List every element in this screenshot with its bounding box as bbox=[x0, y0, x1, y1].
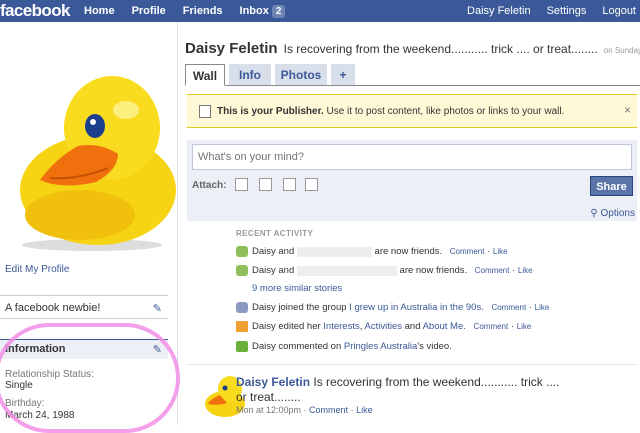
activity-item: Daisy and are now friends. Comment · Lik… bbox=[236, 246, 508, 259]
publisher-tip: This is your Publisher. Use it to post c… bbox=[187, 94, 637, 128]
information-header: Information ✎ bbox=[0, 339, 168, 359]
nav-inbox-label: Inbox bbox=[239, 4, 269, 17]
edit-profile-link[interactable]: Edit My Profile bbox=[5, 264, 69, 275]
pringles-link[interactable]: Pringles Australia bbox=[344, 341, 417, 352]
activity-text: Daisy joined the group bbox=[252, 302, 350, 314]
photo-icon[interactable] bbox=[235, 178, 248, 191]
recent-activity-title: RECENT ACTIVITY bbox=[236, 229, 314, 238]
share-button[interactable]: Share bbox=[590, 176, 633, 196]
activity-like-link[interactable]: Like bbox=[518, 266, 533, 275]
relationship-value: Single bbox=[5, 380, 33, 391]
relationship-label: Relationship Status: bbox=[5, 369, 94, 380]
nav-settings[interactable]: Settings bbox=[547, 5, 587, 17]
friends-icon bbox=[236, 265, 248, 276]
information-title: Information bbox=[5, 343, 66, 355]
activity-like-link[interactable]: Like bbox=[517, 322, 532, 331]
activity-comment-link[interactable]: Comment bbox=[491, 303, 526, 312]
nav-profile[interactable]: Profile bbox=[132, 5, 166, 17]
activity-text: are now friends. bbox=[399, 265, 468, 277]
activity-text-post: 's video. bbox=[417, 341, 452, 353]
tip-bold: This is your Publisher. bbox=[217, 106, 324, 117]
nav-logout[interactable]: Logout bbox=[602, 5, 636, 17]
bio-text: A facebook newbie! bbox=[5, 302, 101, 314]
tab-photos[interactable]: Photos bbox=[275, 64, 327, 86]
nav-inbox[interactable]: Inbox 2 bbox=[239, 4, 286, 18]
status-input[interactable]: What's on your mind? bbox=[192, 144, 632, 170]
comment-icon bbox=[236, 341, 248, 352]
group-link[interactable]: I grew up in Australia in the 90s. bbox=[349, 302, 484, 313]
story-like-link[interactable]: Like bbox=[356, 405, 373, 415]
story-time: Mon at 12:00pm bbox=[236, 405, 302, 415]
event-icon[interactable] bbox=[283, 178, 296, 191]
friends-icon bbox=[236, 246, 248, 257]
close-icon[interactable]: × bbox=[624, 103, 631, 117]
activity-like-link[interactable]: Like bbox=[493, 247, 508, 256]
activity-text: Daisy commented on bbox=[252, 341, 344, 353]
top-navigation-bar: facebook Home Profile Friends Inbox 2 Dai… bbox=[0, 0, 640, 22]
activity-comment-link[interactable]: Comment bbox=[450, 247, 485, 256]
nav-home[interactable]: Home bbox=[84, 5, 115, 17]
birthday-value: March 24, 1988 bbox=[5, 410, 75, 421]
add-tab-button[interactable]: + bbox=[331, 64, 355, 86]
activity-actor: Daisy and bbox=[252, 246, 295, 258]
publisher-tip-text: This is your Publisher. Use it to post c… bbox=[217, 106, 564, 117]
profile-tabs: Wall Info Photos + bbox=[185, 64, 640, 86]
group-icon bbox=[236, 302, 248, 313]
activity-text: are now friends. bbox=[374, 246, 443, 258]
profile-main: Daisy Feletin Is recovering from the wee… bbox=[185, 22, 640, 425]
activity-item: Daisy joined the group I grew up in Aust… bbox=[236, 302, 549, 315]
story-author-link[interactable]: Daisy Feletin bbox=[236, 375, 310, 389]
profile-header: Daisy Feletin Is recovering from the wee… bbox=[185, 40, 640, 57]
pencil-edit-icon[interactable]: ✎ bbox=[153, 343, 162, 356]
separator: and bbox=[401, 321, 423, 333]
pencil-edit-icon[interactable]: ✎ bbox=[153, 302, 162, 315]
bio-box: A facebook newbie! ✎ bbox=[0, 295, 168, 319]
story-comment-link[interactable]: Comment bbox=[309, 405, 348, 415]
link-icon[interactable] bbox=[305, 178, 318, 191]
nav-friends[interactable]: Friends bbox=[183, 5, 223, 17]
nav-user-name[interactable]: Daisy Feletin bbox=[467, 5, 531, 17]
inbox-count-badge: 2 bbox=[271, 4, 286, 18]
profile-name[interactable]: Daisy Feletin bbox=[185, 40, 278, 57]
profile-sidebar: Edit My Profile A facebook newbie! ✎ Inf… bbox=[0, 22, 180, 433]
account-nav: Daisy Feletin Settings Logout bbox=[451, 0, 636, 22]
divider bbox=[187, 364, 637, 365]
profile-picture[interactable] bbox=[0, 50, 178, 254]
story-text: Daisy Feletin Is recovering from the wee… bbox=[236, 375, 566, 405]
status-text: Is recovering from the weekend..........… bbox=[283, 42, 598, 56]
activity-like-link[interactable]: Like bbox=[535, 303, 550, 312]
birthday-label: Birthday: bbox=[5, 398, 45, 409]
publisher: What's on your mind? Attach: Share bbox=[187, 140, 637, 221]
note-icon bbox=[199, 105, 211, 118]
activity-item: Daisy commented on Pringles Australia's … bbox=[236, 341, 452, 354]
about-me-link[interactable]: About Me. bbox=[423, 321, 466, 332]
activities-link[interactable]: Activities bbox=[365, 321, 402, 332]
activity-item: Daisy and are now friends. Comment · Lik… bbox=[236, 265, 533, 278]
primary-nav: Home Profile Friends Inbox 2 bbox=[84, 0, 302, 22]
activity-text: Daisy edited her bbox=[252, 321, 324, 333]
options-label: Options bbox=[600, 208, 635, 219]
status-time: on Sunday bbox=[603, 46, 640, 55]
activity-comment-link[interactable]: Comment bbox=[475, 266, 510, 275]
tip-rest: Use it to post content, like photos or l… bbox=[323, 106, 565, 117]
more-stories-link[interactable]: 9 more similar stories bbox=[252, 283, 342, 296]
tab-info[interactable]: Info bbox=[229, 64, 271, 86]
pencil-icon bbox=[236, 321, 248, 332]
video-icon[interactable] bbox=[259, 178, 272, 191]
story-meta: Mon at 12:00pm · Comment · Like bbox=[236, 405, 373, 415]
redacted-name bbox=[296, 246, 372, 257]
facebook-logo[interactable]: facebook bbox=[0, 0, 70, 22]
activity-actor: Daisy and bbox=[252, 265, 295, 277]
tab-wall[interactable]: Wall bbox=[185, 64, 225, 86]
search-icon: ⚲ bbox=[590, 208, 598, 219]
activity-comment-link[interactable]: Comment bbox=[474, 322, 509, 331]
interests-link[interactable]: Interests bbox=[323, 321, 359, 332]
attach-label: Attach: bbox=[192, 180, 227, 191]
redacted-name bbox=[296, 265, 397, 276]
activity-item: Daisy edited her Interests, Activities a… bbox=[236, 321, 531, 334]
options-link[interactable]: ⚲ Options bbox=[590, 208, 635, 219]
more-stories-text: 9 more similar stories bbox=[252, 283, 343, 294]
